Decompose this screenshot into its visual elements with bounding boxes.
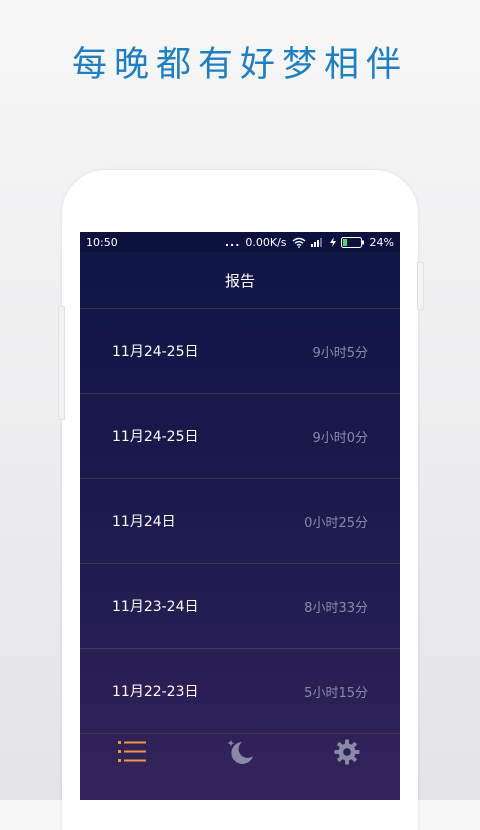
report-date: 11月24-25日: [112, 429, 199, 445]
bottom-tab-bar: [80, 708, 400, 800]
signal-icon: [310, 237, 325, 247]
status-bar: 10:50 ... 0.00K/s 24%: [80, 232, 400, 252]
phone-side-button: [417, 262, 424, 310]
list-icon: [118, 739, 148, 769]
report-row[interactable]: 11月24-25日 9小时0分: [80, 394, 400, 479]
status-indicators: ... 0.00K/s 24%: [225, 236, 394, 249]
battery-percent: 24%: [369, 235, 394, 249]
headline: 每晚都有好梦相伴: [71, 45, 408, 85]
tab-sleep[interactable]: [210, 730, 270, 778]
app-screen: 10:50 ... 0.00K/s 24% 报告 11月24-25日 9小时5分…: [80, 232, 400, 800]
network-speed: 0.00K/s: [245, 235, 287, 249]
report-date: 11月22-23日: [112, 684, 199, 700]
report-date: 11月24日: [112, 514, 176, 530]
battery-fill: [342, 238, 347, 246]
battery-icon: [340, 236, 365, 248]
tab-settings[interactable]: [317, 730, 377, 778]
report-date: 11月24-25日: [112, 344, 199, 360]
tab-reports[interactable]: [103, 730, 163, 778]
report-duration: 8小时33分: [304, 600, 368, 616]
report-duration: 9小时5分: [312, 345, 368, 361]
report-row[interactable]: 11月23-24日 8小时33分: [80, 564, 400, 649]
more-dots: ...: [224, 235, 241, 249]
report-list: 11月24-25日 9小时5分 11月24-25日 9小时0分 11月24日 0小时25分…: [80, 309, 400, 734]
charging-icon: [329, 237, 336, 247]
report-row[interactable]: 11月24-25日 9小时5分: [80, 309, 400, 394]
phone-side-button: [58, 306, 65, 420]
wifi-icon: [292, 237, 306, 248]
report-duration: 9小时0分: [312, 430, 368, 446]
moon-stars-icon: [224, 736, 256, 772]
screen-title: 报告: [80, 252, 400, 309]
report-row[interactable]: 11月24日 0小时25分: [80, 479, 400, 564]
report-duration: 5小时15分: [304, 685, 368, 701]
report-duration: 0小时25分: [304, 515, 368, 531]
report-date: 11月23-24日: [112, 599, 199, 615]
status-time: 10:50: [86, 235, 118, 249]
gear-icon: [334, 739, 360, 769]
page-title: 报告: [224, 271, 255, 290]
